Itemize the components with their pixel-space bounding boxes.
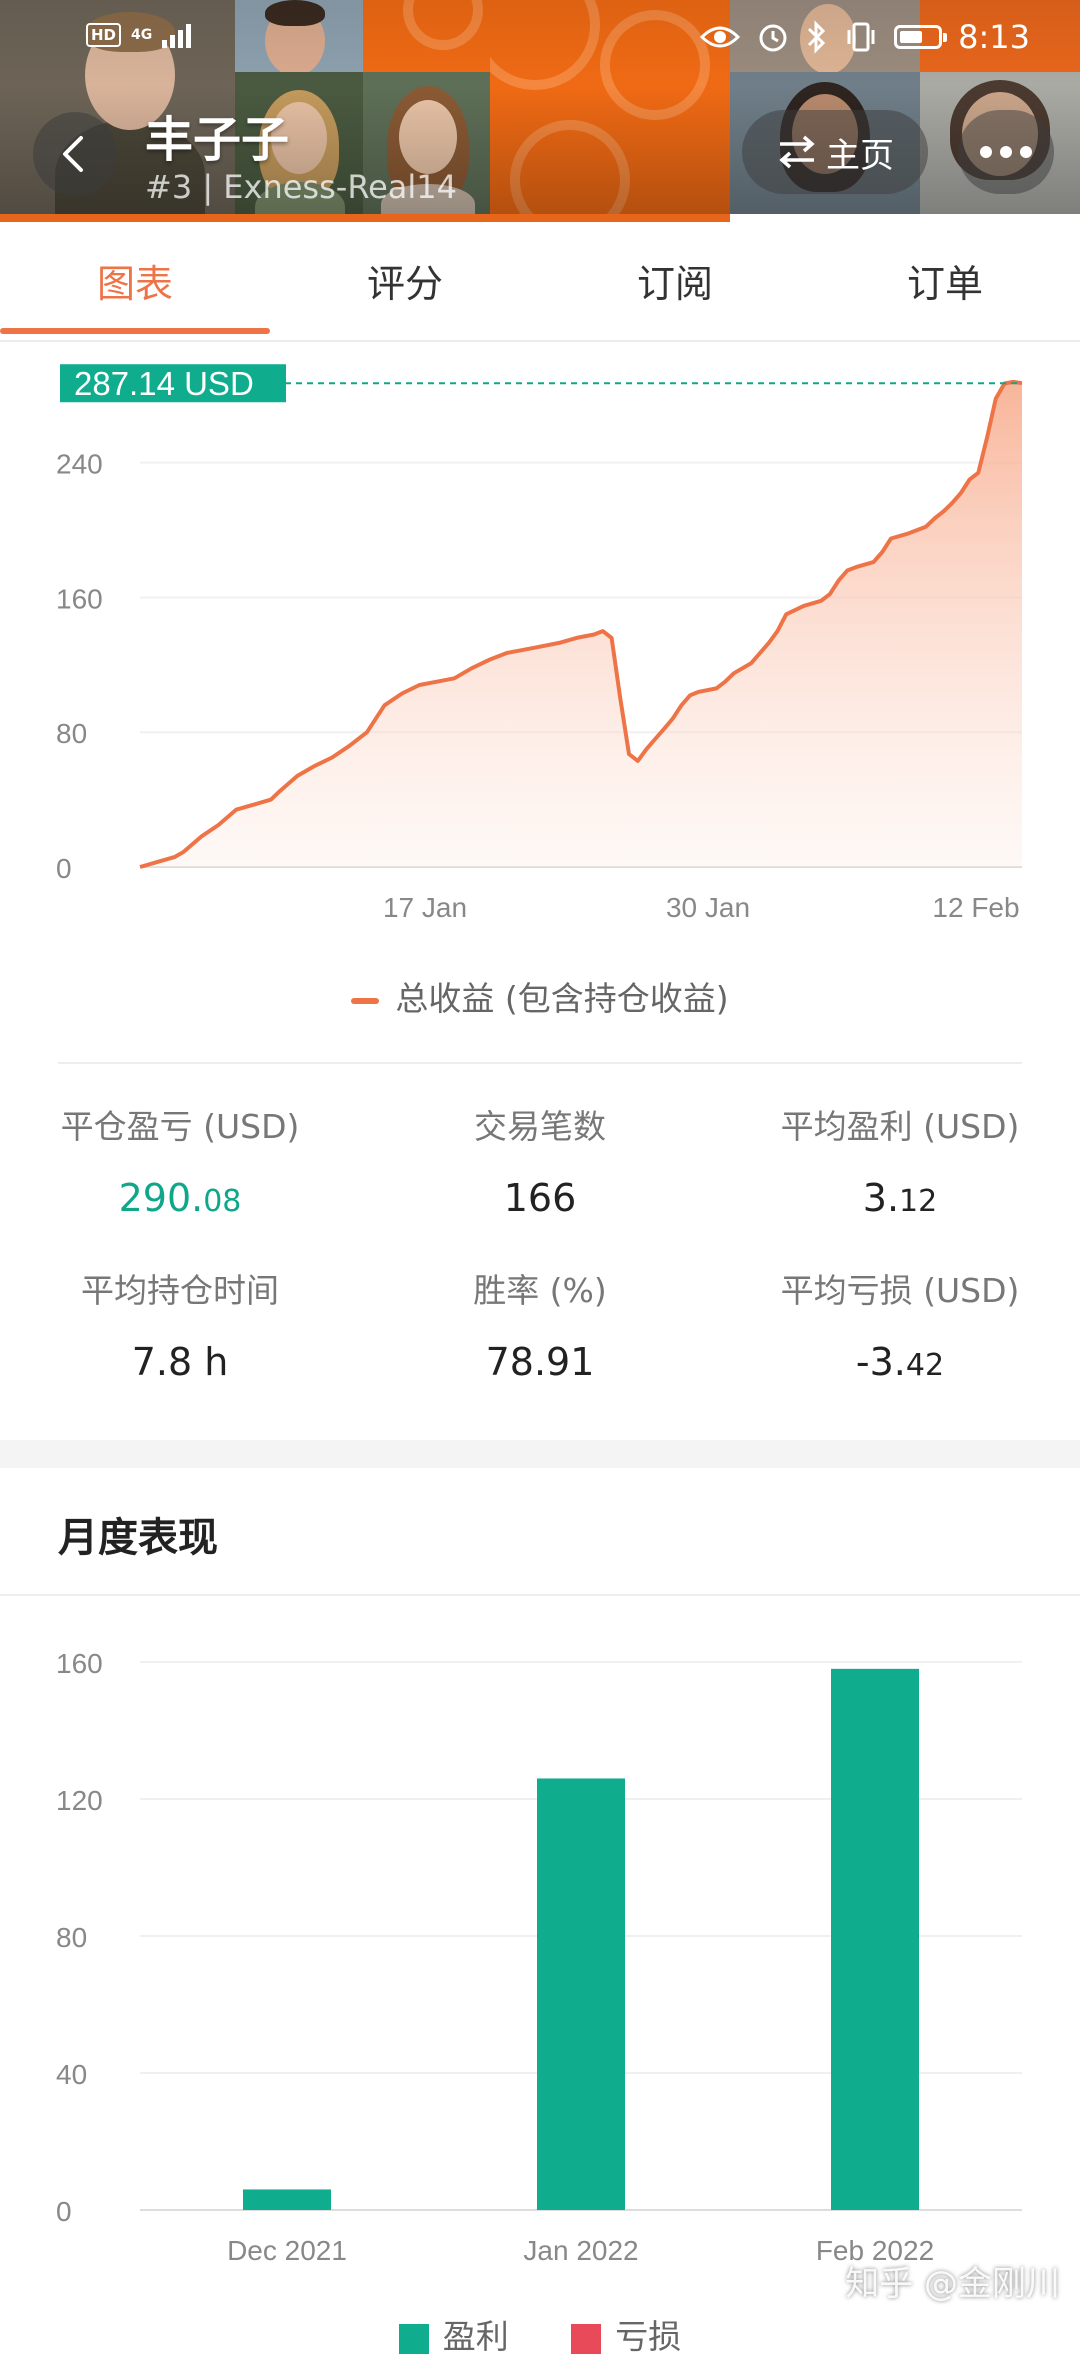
- section-gap: [0, 1440, 1080, 1468]
- status-bar: HD 4G 8:13: [0, 18, 1080, 62]
- battery-icon: [894, 25, 948, 49]
- x-tick-label: 30 Jan: [666, 892, 750, 923]
- chevron-left-icon: [63, 136, 83, 172]
- stat-value: 290.08: [0, 1176, 360, 1220]
- stat-label: 平均持仓时间: [81, 1271, 279, 1310]
- dot-icon: [980, 146, 992, 158]
- stat-win-rate: 胜率 (%) 78.91: [360, 1264, 720, 1384]
- legend-item-loss[interactable]: 亏损: [571, 2310, 681, 2358]
- stat-avg-hold-time: 平均持仓时间 7.8 h: [0, 1264, 360, 1384]
- y-tick-label: 120: [56, 1785, 103, 1816]
- legend-item-profit[interactable]: 盈利: [398, 2310, 509, 2358]
- header-accent-strip: [0, 214, 730, 222]
- y-tick-label: 80: [56, 718, 87, 749]
- eye-icon: [700, 26, 741, 48]
- monthly-performance-chart[interactable]: 04080120160 Dec 2021 Jan 2022 Feb 2022: [0, 1600, 1080, 2300]
- x-tick-label: Dec 2021: [227, 2235, 347, 2266]
- swap-arrows-icon: [779, 135, 815, 169]
- legend-label-profit: 盈利: [442, 2317, 509, 2356]
- tab-active-indicator: [0, 328, 270, 334]
- trader-name: 丰子子: [145, 112, 290, 168]
- x-tick-label: 12 Feb: [932, 892, 1019, 923]
- legend-label-loss: 亏损: [615, 2317, 682, 2356]
- stat-value: 3.12: [720, 1176, 1080, 1220]
- home-button[interactable]: 主页: [742, 110, 928, 194]
- stat-label: 交易笔数: [474, 1107, 606, 1146]
- stat-value-int: 3.: [862, 1176, 900, 1220]
- status-left: HD 4G: [86, 22, 192, 48]
- equity-legend: 总收益 (包含持仓收益): [0, 972, 1080, 1020]
- current-value-label: 287.14 USD: [74, 365, 254, 402]
- y-tick-label: 0: [56, 2196, 72, 2227]
- stat-avg-profit: 平均盈利 (USD) 3.12: [720, 1100, 1080, 1220]
- x-tick-label: 17 Jan: [383, 892, 467, 923]
- legend-line-swatch: [351, 997, 380, 1004]
- stat-value: 166: [503, 1176, 577, 1220]
- hd-badge: HD: [86, 23, 122, 47]
- tab-chart[interactable]: 图表: [0, 222, 270, 340]
- bluetooth-icon: [808, 20, 826, 54]
- stats-grid: 平仓盈亏 (USD) 290.08 交易笔数 166 平均盈利 (USD) 3.…: [0, 1100, 1080, 1410]
- bar-profit[interactable]: [831, 1668, 919, 2210]
- status-time: 8:13: [958, 18, 1030, 56]
- bar-profit[interactable]: [243, 2189, 331, 2210]
- y-tick-label: 40: [56, 2059, 87, 2090]
- y-tick-label: 160: [56, 1648, 103, 1679]
- equity-legend-label: 总收益 (包含持仓收益): [395, 979, 729, 1018]
- status-right: 8:13: [700, 18, 1030, 56]
- more-options-button[interactable]: [958, 110, 1054, 194]
- monthly-section-title: 月度表现: [58, 1515, 218, 1561]
- stat-value-dec: 42: [905, 1348, 945, 1383]
- dot-icon: [1020, 146, 1032, 158]
- stat-value: 7.8 h: [131, 1340, 229, 1384]
- tab-rating[interactable]: 评分: [270, 222, 540, 340]
- monthly-legend: 盈利 亏损: [0, 2310, 1080, 2358]
- stat-value-dec: 08: [203, 1184, 242, 1219]
- y-tick-label: 160: [56, 583, 103, 614]
- network-type: 4G: [131, 27, 153, 43]
- tab-subscription[interactable]: 订阅: [540, 222, 810, 340]
- profile-header: HD 4G 8:13 丰子子 #3 | Exness-Real14 主页: [0, 0, 1080, 222]
- stat-value-int: 290.: [118, 1176, 204, 1220]
- stat-label: 平仓盈亏 (USD): [60, 1107, 300, 1146]
- watermark: 知乎 @金刚川: [845, 2264, 1060, 2304]
- vibrate-icon: [847, 22, 875, 52]
- y-tick-label: 0: [56, 853, 72, 884]
- alarm-icon: [759, 24, 787, 52]
- legend-swatch-profit: [398, 2323, 429, 2354]
- stat-value: 78.91: [485, 1340, 595, 1384]
- dot-icon: [1000, 146, 1012, 158]
- divider: [58, 1062, 1022, 1064]
- stat-value-int: -3.: [855, 1340, 906, 1384]
- stat-label: 平均亏损 (USD): [780, 1271, 1020, 1310]
- stat-label: 胜率 (%): [473, 1271, 607, 1310]
- stat-value: -3.42: [720, 1340, 1080, 1384]
- legend-swatch-loss: [571, 2323, 602, 2354]
- tab-bar: 图表 评分 订阅 订单: [0, 222, 1080, 342]
- stat-avg-loss: 平均亏损 (USD) -3.42: [720, 1264, 1080, 1384]
- signal-icon: [162, 22, 192, 48]
- stat-label: 平均盈利 (USD): [780, 1107, 1020, 1146]
- stat-closed-pnl: 平仓盈亏 (USD) 290.08: [0, 1100, 360, 1220]
- y-tick-label: 80: [56, 1922, 87, 1953]
- back-button[interactable]: [33, 112, 117, 196]
- stat-trades: 交易笔数 166: [360, 1100, 720, 1220]
- divider: [0, 1594, 1080, 1596]
- home-button-label: 主页: [826, 135, 894, 176]
- y-tick-label: 240: [56, 449, 103, 480]
- tab-orders[interactable]: 订单: [810, 222, 1080, 340]
- header-strip-right: [730, 214, 1080, 222]
- stat-value-dec: 12: [899, 1184, 938, 1219]
- bar-profit[interactable]: [537, 1778, 625, 2210]
- equity-area: [140, 381, 1022, 867]
- x-tick-label: Jan 2022: [523, 2235, 638, 2266]
- equity-chart[interactable]: 0 80 160 240 17 Jan 30 Jan 12 Feb 287.14 USD: [0, 345, 1080, 945]
- trader-account: #3 | Exness-Real14: [145, 168, 458, 206]
